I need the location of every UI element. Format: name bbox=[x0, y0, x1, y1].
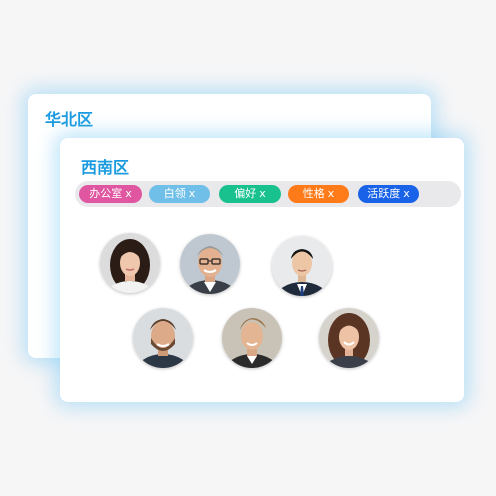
region-title-back: 华北区 bbox=[45, 110, 94, 129]
region-card-front[interactable]: 西南区 办公室 x 白领 x 偏好 x 性格 x 活跃度 x bbox=[60, 138, 464, 402]
woman-portrait-icon[interactable] bbox=[100, 233, 160, 293]
tag-remove-icon[interactable]: x bbox=[125, 187, 132, 200]
tag-filter-bar: 办公室 x 白领 x 偏好 x 性格 x 活跃度 x bbox=[75, 181, 461, 207]
tag-remove-icon[interactable]: x bbox=[328, 187, 335, 200]
tag-remove-icon[interactable]: x bbox=[259, 187, 266, 200]
man-suit-portrait-icon[interactable] bbox=[272, 236, 332, 296]
tag-label: 性格 bbox=[302, 187, 325, 200]
region-title-front: 西南区 bbox=[81, 158, 130, 177]
tag-personality[interactable]: 性格 x bbox=[288, 185, 349, 203]
man-beard-portrait-icon[interactable] bbox=[133, 308, 193, 368]
tag-white-collar[interactable]: 白领 x bbox=[149, 185, 210, 203]
tag-label: 偏好 bbox=[234, 187, 257, 200]
tag-activity[interactable]: 活跃度 x bbox=[358, 185, 419, 203]
tag-label: 活跃度 bbox=[367, 187, 401, 200]
tag-label: 办公室 bbox=[89, 187, 123, 200]
tag-preference[interactable]: 偏好 x bbox=[219, 185, 281, 203]
woman-smiling-portrait-icon[interactable] bbox=[319, 308, 379, 368]
tag-label: 白领 bbox=[163, 187, 186, 200]
man-glasses-portrait-icon[interactable] bbox=[180, 234, 240, 294]
tag-remove-icon[interactable]: x bbox=[403, 187, 410, 200]
young-man-portrait-icon[interactable] bbox=[222, 308, 282, 368]
tag-office[interactable]: 办公室 x bbox=[79, 185, 142, 203]
tag-remove-icon[interactable]: x bbox=[189, 187, 196, 200]
